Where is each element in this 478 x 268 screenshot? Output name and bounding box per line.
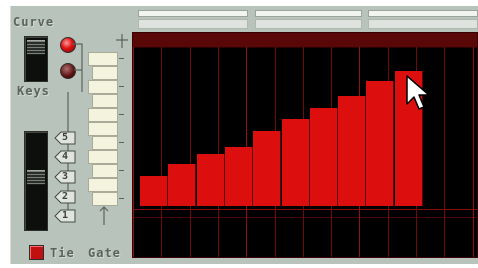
key-tick	[119, 170, 124, 171]
octave-button-3[interactable]: 3	[54, 170, 76, 184]
octave-button-3-label: 3	[61, 171, 69, 182]
octave-button-2[interactable]: 2	[54, 190, 76, 204]
piano-key[interactable]	[92, 94, 118, 108]
arrow-cursor-icon	[406, 75, 430, 110]
grid-column-line	[161, 47, 162, 257]
piano-key[interactable]	[88, 80, 118, 94]
piano-key[interactable]	[88, 150, 118, 164]
grid-column-line	[133, 47, 134, 257]
matrix-panel: Curve Keys Tie Gate 5 4 3 2 1	[0, 0, 478, 268]
curve-bar[interactable]	[310, 108, 338, 206]
key-tick	[119, 142, 124, 143]
gate-row-bottom	[133, 217, 477, 218]
curve-bar[interactable]	[253, 131, 281, 206]
grid-column-line	[473, 47, 474, 257]
curve-bar[interactable]	[225, 147, 253, 206]
curve-bar[interactable]	[282, 119, 310, 206]
tie-button[interactable]	[29, 245, 44, 260]
key-tick	[119, 198, 124, 199]
piano-key[interactable]	[88, 52, 118, 66]
key-tick	[119, 114, 124, 115]
octave-button-4-label: 4	[61, 151, 69, 162]
piano-key[interactable]	[92, 136, 118, 150]
octave-button-1[interactable]: 1	[54, 209, 76, 223]
octave-button-1-label: 1	[61, 210, 69, 221]
grid-column-line	[190, 47, 191, 257]
gate-row[interactable]	[133, 209, 477, 210]
grid-top-strip	[133, 33, 477, 48]
octave-button-5[interactable]: 5	[54, 131, 76, 145]
grid-column-line	[218, 47, 219, 257]
key-tick	[119, 58, 124, 59]
curve-bar[interactable]	[140, 176, 168, 206]
curve-bar[interactable]	[168, 164, 196, 206]
curve-bar[interactable]	[197, 154, 225, 206]
octave-button-4[interactable]: 4	[54, 150, 76, 164]
curve-bar[interactable]	[338, 96, 366, 206]
piano-key[interactable]	[88, 178, 118, 192]
keyboard	[88, 50, 124, 210]
curve-grid[interactable]	[132, 32, 478, 258]
piano-key[interactable]	[88, 108, 118, 122]
piano-key[interactable]	[88, 122, 118, 136]
key-tick	[119, 86, 124, 87]
octave-button-5-label: 5	[61, 132, 69, 143]
piano-key[interactable]	[92, 66, 118, 80]
piano-key[interactable]	[92, 164, 118, 178]
grid-column-line	[444, 47, 445, 257]
octave-button-2-label: 2	[61, 191, 69, 202]
piano-key[interactable]	[92, 192, 118, 206]
curve-bar[interactable]	[366, 81, 394, 206]
